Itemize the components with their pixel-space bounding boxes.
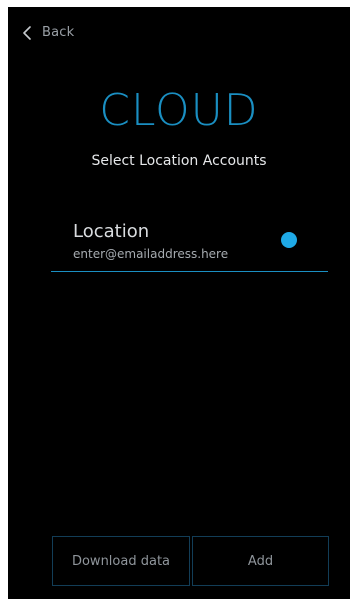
add-button[interactable]: Add <box>192 536 329 586</box>
account-item-location[interactable]: Location enter@emailaddress.here <box>51 219 328 272</box>
page-title: CLOUD <box>99 85 259 136</box>
page-subtitle: Select Location Accounts <box>91 153 267 169</box>
download-data-button[interactable]: Download data <box>52 536 190 586</box>
back-label: Back <box>42 25 75 40</box>
back-button[interactable]: Back <box>22 25 74 40</box>
chevron-left-icon <box>22 25 32 40</box>
status-dot-icon <box>281 232 297 248</box>
account-email: enter@emailaddress.here <box>73 247 229 261</box>
account-name: Location <box>73 221 150 242</box>
app-screen: Back CLOUD Select Location Accounts Loca… <box>8 7 350 599</box>
